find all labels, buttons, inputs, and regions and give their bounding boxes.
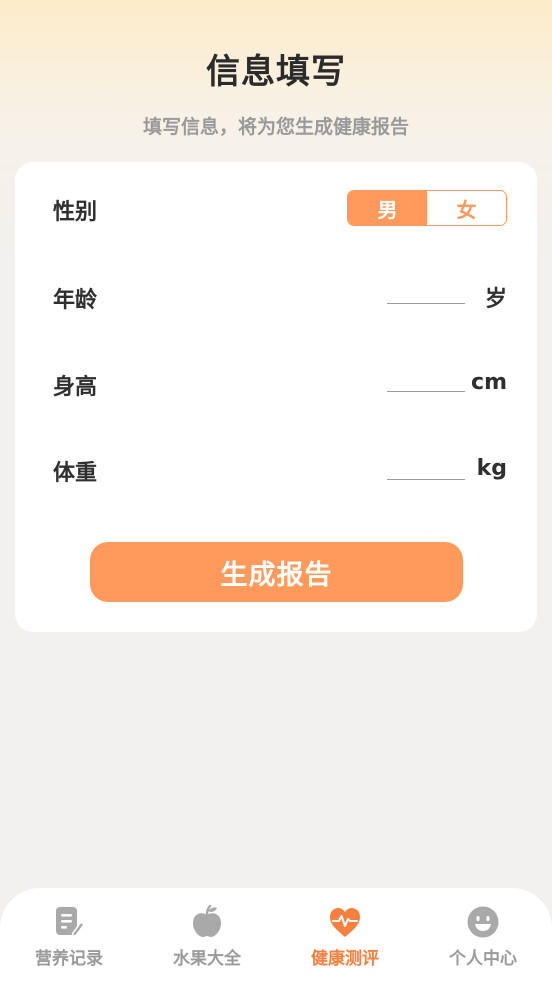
height-unit: cm bbox=[471, 370, 507, 395]
height-input[interactable] bbox=[387, 365, 465, 392]
tab-nutrition-record[interactable]: 营养记录 bbox=[0, 888, 138, 983]
age-unit: 岁 bbox=[484, 287, 507, 312]
age-label: 年龄 bbox=[53, 288, 98, 313]
tab-label: 健康测评 bbox=[311, 949, 379, 969]
tab-health-assessment[interactable]: 健康测评 bbox=[276, 888, 414, 983]
smiley-face-icon bbox=[467, 906, 499, 938]
page-title: 信息填写 bbox=[206, 52, 346, 92]
height-label: 身高 bbox=[53, 375, 98, 400]
weight-input[interactable] bbox=[387, 453, 465, 480]
age-input[interactable] bbox=[387, 277, 465, 304]
page-subtitle: 填写信息，将为您生成健康报告 bbox=[142, 116, 409, 138]
bottom-tab-bar: 营养记录 水果大全 健康测评 个人中心 bbox=[0, 888, 552, 983]
generate-report-button[interactable]: 生成报告 bbox=[90, 542, 463, 602]
tab-fruit-encyclopedia[interactable]: 水果大全 bbox=[138, 888, 276, 983]
tab-label: 营养记录 bbox=[35, 949, 103, 969]
tab-label: 水果大全 bbox=[173, 949, 241, 969]
weight-unit: kg bbox=[476, 456, 507, 481]
gender-option-female[interactable]: 女 bbox=[427, 191, 506, 225]
tab-label: 个人中心 bbox=[449, 949, 517, 969]
info-form-card: 性别 男 女 年龄 岁 身高 cm 体重 kg 生成报告 bbox=[15, 162, 537, 632]
gender-label: 性别 bbox=[53, 200, 98, 225]
gender-option-male[interactable]: 男 bbox=[348, 191, 427, 225]
weight-label: 体重 bbox=[53, 461, 98, 486]
apple-icon bbox=[193, 904, 221, 937]
notepad-pen-icon bbox=[56, 907, 86, 938]
gender-toggle: 男 女 bbox=[347, 190, 507, 226]
heart-pulse-icon bbox=[330, 908, 360, 937]
tab-personal-center[interactable]: 个人中心 bbox=[414, 888, 552, 983]
